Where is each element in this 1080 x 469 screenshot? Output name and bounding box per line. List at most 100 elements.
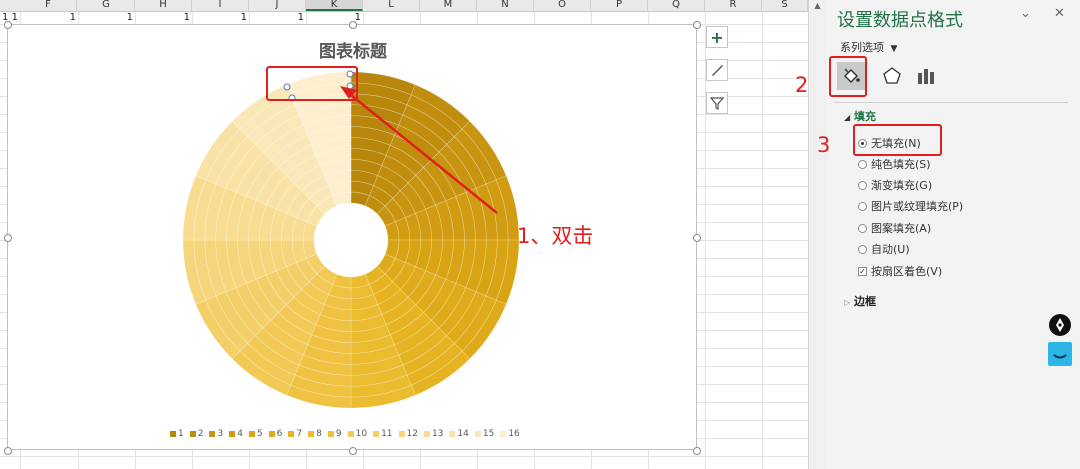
cell-value[interactable]: 1	[85, 12, 133, 24]
column-header-g[interactable]: G	[78, 0, 135, 11]
legend-swatch	[170, 431, 176, 437]
column-header-j[interactable]: J	[249, 0, 306, 11]
resize-handle-tr[interactable]	[693, 21, 701, 29]
chart-filters-button[interactable]	[706, 92, 728, 114]
radio-picture-fill[interactable]	[858, 201, 867, 211]
automatic-fill-option[interactable]: 自动(U)	[858, 241, 910, 257]
solid-fill-option[interactable]: 纯色填充(S)	[858, 156, 931, 172]
column-header-s[interactable]: S	[762, 0, 808, 11]
legend-swatch	[373, 431, 380, 437]
legend-item[interactable]: 8	[308, 429, 322, 439]
resize-handle-br[interactable]	[693, 447, 701, 455]
close-icon[interactable]: ✕	[1054, 6, 1065, 21]
gradient-fill-option[interactable]: 渐变填充(G)	[858, 177, 932, 193]
pattern-fill-label: 图案填充(A)	[871, 222, 932, 235]
legend-item[interactable]: 13	[423, 429, 444, 439]
bar-chart-icon	[918, 69, 934, 84]
legend-swatch	[398, 431, 405, 437]
pane-options-icon[interactable]: ⌄	[1020, 6, 1031, 21]
legend-label: 3	[217, 429, 224, 439]
cell-value[interactable]: 1	[142, 12, 190, 24]
automatic-label: 自动(U)	[871, 243, 910, 256]
resize-handle-ml[interactable]	[4, 234, 12, 242]
resize-handle-tm[interactable]	[349, 21, 357, 29]
checkbox-vary-colors[interactable]: ✓	[858, 266, 867, 276]
fill-section-header[interactable]: ◢ 填充	[844, 108, 876, 124]
legend-item[interactable]: 3	[209, 429, 223, 439]
radio-pattern-fill[interactable]	[858, 223, 867, 233]
spreadsheet-area: FGHIJKLMNOPQRS 11111111 图表标题 1 2 3 4 5 6 7 8 9 10…	[0, 0, 808, 469]
legend-item[interactable]: 15	[474, 429, 494, 439]
legend-item[interactable]: 16	[500, 429, 520, 439]
column-header-p[interactable]: P	[591, 0, 648, 11]
legend-label: 7	[296, 429, 303, 439]
legend-item[interactable]: 7	[288, 429, 302, 439]
legend-label: 13	[431, 429, 444, 439]
tab-effects[interactable]	[878, 62, 906, 90]
border-section-label: 边框	[854, 295, 876, 308]
vary-colors-option[interactable]: ✓ 按扇区着色(V)	[858, 263, 942, 279]
series-options-dropdown[interactable]: 系列选项 ▼	[840, 39, 897, 55]
column-header-n[interactable]: N	[477, 0, 534, 11]
legend-item[interactable]: 2	[189, 429, 204, 439]
chart-styles-button[interactable]	[706, 59, 728, 81]
column-header-k[interactable]: K	[306, 0, 363, 11]
picture-fill-label: 图片或纹理填充(P)	[871, 200, 964, 213]
vertical-scrollbar[interactable]: ▲	[808, 0, 826, 469]
legend-label: 1	[178, 429, 184, 439]
scroll-up-icon[interactable]: ▲	[809, 0, 826, 12]
legend-item[interactable]: 10	[347, 429, 367, 439]
pen-tool-icon[interactable]	[1048, 313, 1072, 341]
legend-item[interactable]: 11	[373, 429, 393, 439]
cell-value[interactable]: 1	[28, 12, 76, 24]
chart-elements-button[interactable]: +	[706, 26, 728, 48]
resize-handle-tl[interactable]	[4, 21, 12, 29]
column-header-r[interactable]: R	[705, 0, 762, 11]
resize-handle-mr[interactable]	[693, 234, 701, 242]
legend-label: 11	[381, 429, 393, 439]
legend-item[interactable]: 4	[229, 429, 243, 439]
legend-swatch	[327, 431, 334, 437]
annotation-step-3: 3	[817, 133, 831, 157]
legend-label: 9	[335, 429, 342, 439]
border-section-header[interactable]: ▷ 边框	[844, 293, 876, 309]
legend-swatch	[500, 431, 507, 437]
radio-gradient-fill[interactable]	[858, 180, 867, 190]
cell-value[interactable]: 1	[256, 12, 304, 24]
column-header-m[interactable]: M	[420, 0, 477, 11]
collapse-icon: ◢	[844, 113, 851, 122]
annotation-box-selected-point	[266, 66, 358, 101]
legend-swatch	[189, 431, 196, 437]
pattern-fill-option[interactable]: 图案填充(A)	[858, 220, 931, 236]
legend-label: 6	[276, 429, 283, 439]
legend-item[interactable]: 12	[398, 429, 418, 439]
column-header-i[interactable]: I	[192, 0, 249, 11]
tab-series-options[interactable]	[912, 62, 940, 90]
column-header-o[interactable]: O	[534, 0, 591, 11]
legend-item[interactable]: 14	[449, 429, 469, 439]
legend-item[interactable]: 5	[248, 429, 263, 439]
resize-handle-bl[interactable]	[4, 447, 12, 455]
legend-item[interactable]: 6	[268, 429, 283, 439]
cell-value[interactable]: 1	[199, 12, 247, 24]
legend-item[interactable]: 9	[327, 429, 342, 439]
radio-automatic[interactable]	[858, 244, 867, 254]
column-header-q[interactable]: Q	[648, 0, 705, 11]
resize-handle-bm[interactable]	[349, 447, 357, 455]
row-1: 11111111	[0, 12, 808, 24]
legend-label: 2	[197, 429, 204, 439]
legend-item[interactable]: 1	[170, 429, 184, 439]
gradient-fill-label: 渐变填充(G)	[871, 179, 933, 192]
picture-fill-option[interactable]: 图片或纹理填充(P)	[858, 198, 963, 214]
smile-app-icon[interactable]	[1048, 342, 1072, 370]
column-header-h[interactable]: H	[135, 0, 192, 11]
column-header-l[interactable]: L	[363, 0, 420, 11]
chart-legend[interactable]: 1 2 3 4 5 6 7 8 9 10 11 12 13 14 15 16	[170, 429, 520, 439]
legend-swatch	[347, 431, 354, 437]
legend-swatch	[229, 431, 236, 437]
column-header-f[interactable]: F	[20, 0, 77, 11]
radio-solid-fill[interactable]	[858, 159, 867, 169]
expand-icon: ▷	[844, 298, 851, 307]
format-tabs	[832, 58, 1072, 96]
legend-label: 5	[256, 429, 263, 439]
